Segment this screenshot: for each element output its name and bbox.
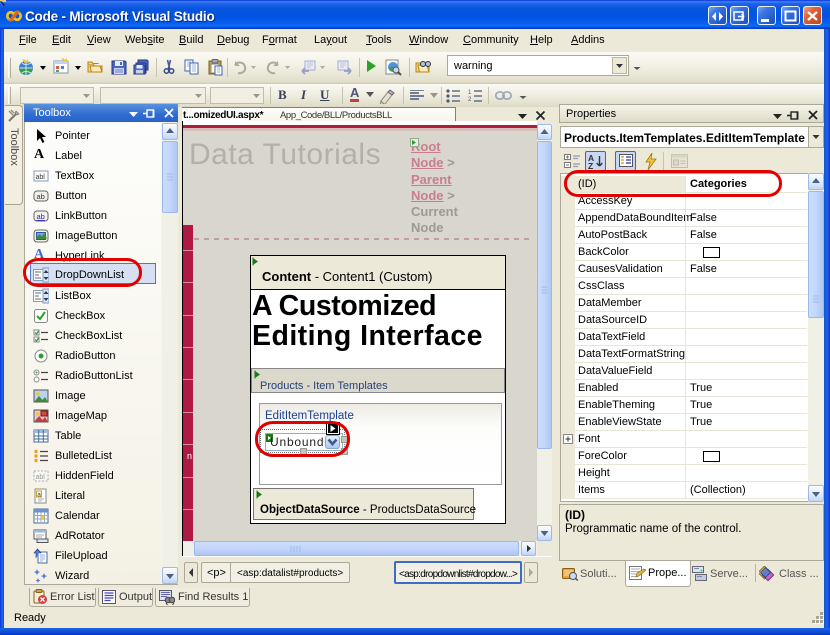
svg-text:1: 1 [468,90,472,96]
svg-text:ab: ab [37,192,45,201]
svg-text:a: a [37,492,41,499]
svg-text:2: 2 [468,97,472,103]
svg-text:Z: Z [588,161,593,170]
svg-text:ab: ab [37,212,45,221]
svg-text:abl: abl [36,474,46,481]
svg-text:abl: abl [36,174,46,181]
